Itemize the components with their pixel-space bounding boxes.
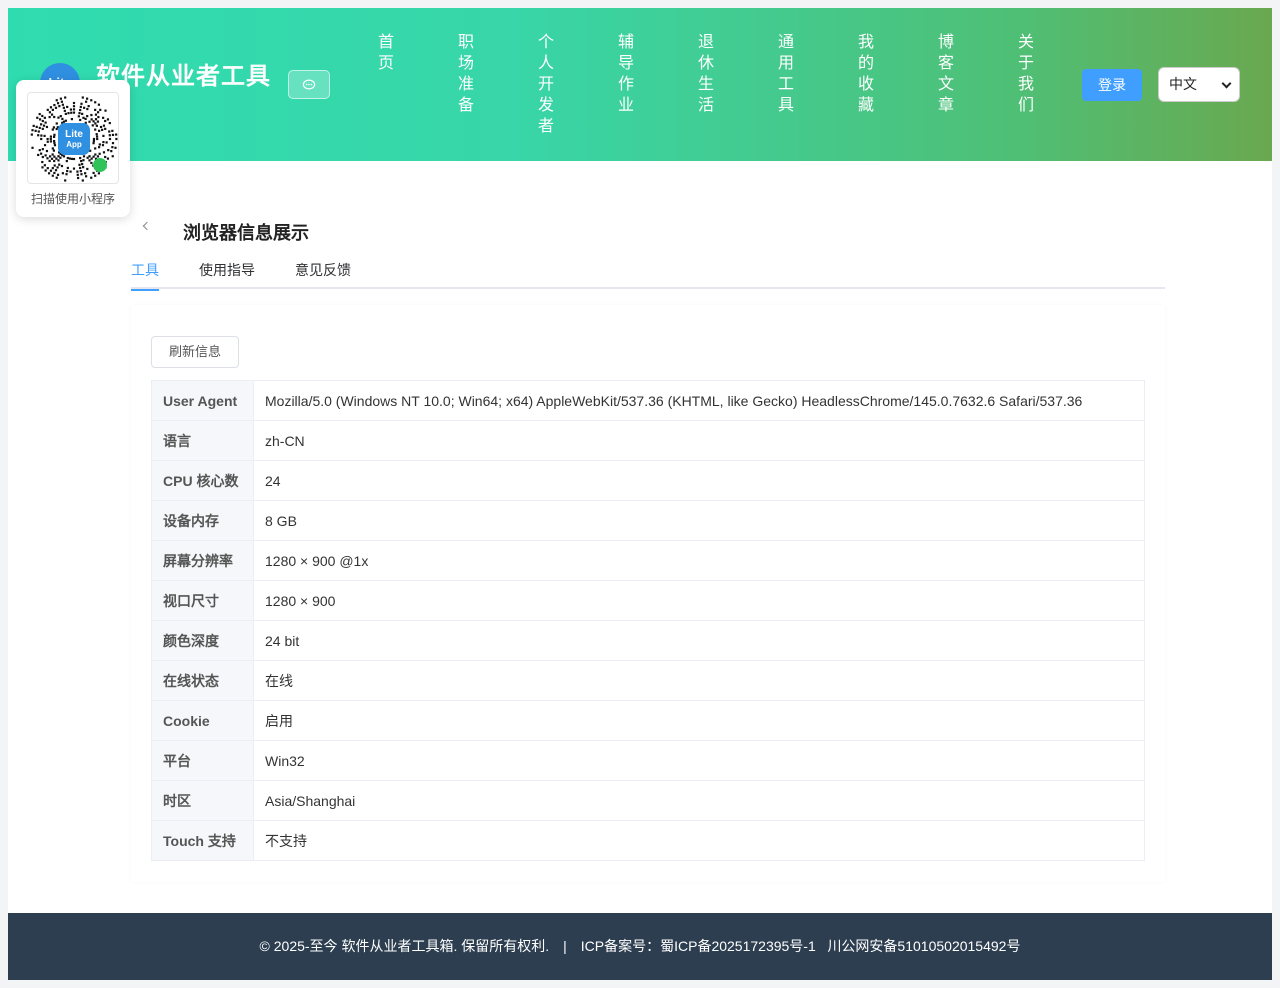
nav-item-home[interactable]: 首页 (370, 32, 450, 137)
qr-badge-line1: Lite (65, 129, 83, 140)
tab-tool[interactable]: 工具 (131, 260, 159, 291)
nav-item-retirement[interactable]: 退休生活 (690, 32, 770, 137)
tab-feedback[interactable]: 意见反馈 (295, 260, 351, 289)
qr-caption: 扫描使用小程序 (30, 192, 115, 206)
info-key: 平台 (151, 740, 254, 781)
qr-code-popup: Lite App 扫描使用小程序 (16, 80, 130, 217)
login-button[interactable]: 登录 (1082, 69, 1142, 101)
footer: © 2025-至今 软件从业者工具箱. 保留所有权利. | ICP备案号：蜀ICP备… (8, 913, 1272, 980)
qr-code-icon: Lite App (30, 96, 118, 182)
language-selected: 中文 (1169, 76, 1197, 92)
info-value: zh-CN (253, 420, 1145, 461)
table-row: 语言 zh-CN (151, 420, 1145, 461)
info-value: Win32 (253, 740, 1145, 781)
footer-icp-link[interactable]: ICP备案号：蜀ICP备2025172395号-1 (581, 938, 816, 954)
nav-item-tools[interactable]: 通用工具 (770, 32, 850, 137)
info-key: 视口尺寸 (151, 580, 254, 621)
page: Lite 软件从业者工具 首页 职场准备 个人开发者 辅导作业 退休生活 通用工… (8, 8, 1272, 980)
table-row: Touch 支持 不支持 (151, 820, 1145, 861)
info-value: 不支持 (253, 820, 1145, 861)
info-value: 在线 (253, 660, 1145, 701)
tab-guide[interactable]: 使用指导 (199, 260, 255, 289)
table-row: CPU 核心数 24 (151, 460, 1145, 501)
info-key: User Agent (151, 380, 254, 421)
table-row: 设备内存 8 GB (151, 500, 1145, 541)
info-key: Touch 支持 (151, 820, 254, 861)
info-key: 在线状态 (151, 660, 254, 701)
qr-code-image: Lite App (27, 92, 119, 184)
nav-item-favorites[interactable]: 我的收藏 (850, 32, 930, 137)
table-row: 时区 Asia/Shanghai (151, 780, 1145, 821)
back-button[interactable] (138, 216, 158, 236)
info-value: 24 bit (253, 620, 1145, 661)
chat-button[interactable] (288, 70, 330, 99)
qr-badge-line2: App (66, 140, 82, 149)
table-row: 在线状态 在线 (151, 660, 1145, 701)
info-key: 语言 (151, 420, 254, 461)
tool-panel: 刷新信息 User Agent Mozilla/5.0 (Windows NT 1… (131, 305, 1165, 882)
browser-info-table: User Agent Mozilla/5.0 (Windows NT 10.0; … (151, 380, 1145, 861)
nav-item-homework[interactable]: 辅导作业 (610, 32, 690, 137)
chevron-left-icon (142, 221, 152, 231)
info-key: 屏幕分辨率 (151, 540, 254, 581)
nav-item-about[interactable]: 关于我们 (1010, 32, 1090, 137)
table-row: 平台 Win32 (151, 740, 1145, 781)
chat-bubble-icon (302, 78, 316, 90)
info-value: 启用 (253, 700, 1145, 741)
refresh-button[interactable]: 刷新信息 (151, 336, 239, 368)
table-row: 视口尺寸 1280 × 900 (151, 580, 1145, 621)
info-value: 1280 × 900 @1x (253, 540, 1145, 581)
info-value: 1280 × 900 (253, 580, 1145, 621)
table-row: 屏幕分辨率 1280 × 900 @1x (151, 540, 1145, 581)
info-key: Cookie (151, 700, 254, 741)
language-select[interactable]: 中文 (1158, 67, 1240, 102)
footer-police-link[interactable]: 川公网安备51010502015492号 (827, 938, 1020, 954)
info-value: Mozilla/5.0 (Windows NT 10.0; Win64; x64… (253, 380, 1145, 421)
header: Lite 软件从业者工具 首页 职场准备 个人开发者 辅导作业 退休生活 通用工… (8, 8, 1272, 161)
info-key: CPU 核心数 (151, 460, 254, 501)
chevron-down-icon (1221, 78, 1232, 89)
nav-item-indie-dev[interactable]: 个人开发者 (530, 32, 610, 137)
table-row: User Agent Mozilla/5.0 (Windows NT 10.0; … (151, 380, 1145, 421)
footer-copyright: © 2025-至今 软件从业者工具箱. 保留所有权利. (259, 938, 550, 954)
info-value: 24 (253, 460, 1145, 501)
nav-item-blog[interactable]: 博客文章 (930, 32, 1010, 137)
table-row: Cookie 启用 (151, 700, 1145, 741)
page-title: 浏览器信息展示 (183, 223, 309, 243)
info-key: 设备内存 (151, 500, 254, 541)
footer-separator: | (563, 938, 567, 954)
table-row: 颜色深度 24 bit (151, 620, 1145, 661)
info-value: 8 GB (253, 500, 1145, 541)
nav-item-career[interactable]: 职场准备 (450, 32, 530, 137)
info-key: 颜色深度 (151, 620, 254, 661)
main-nav: 首页 职场准备 个人开发者 辅导作业 退休生活 通用工具 我的收藏 博客文章 关… (370, 32, 1090, 137)
info-value: Asia/Shanghai (253, 780, 1145, 821)
tab-bar: 工具 使用指导 意见反馈 (131, 260, 1165, 291)
info-key: 时区 (151, 780, 254, 821)
